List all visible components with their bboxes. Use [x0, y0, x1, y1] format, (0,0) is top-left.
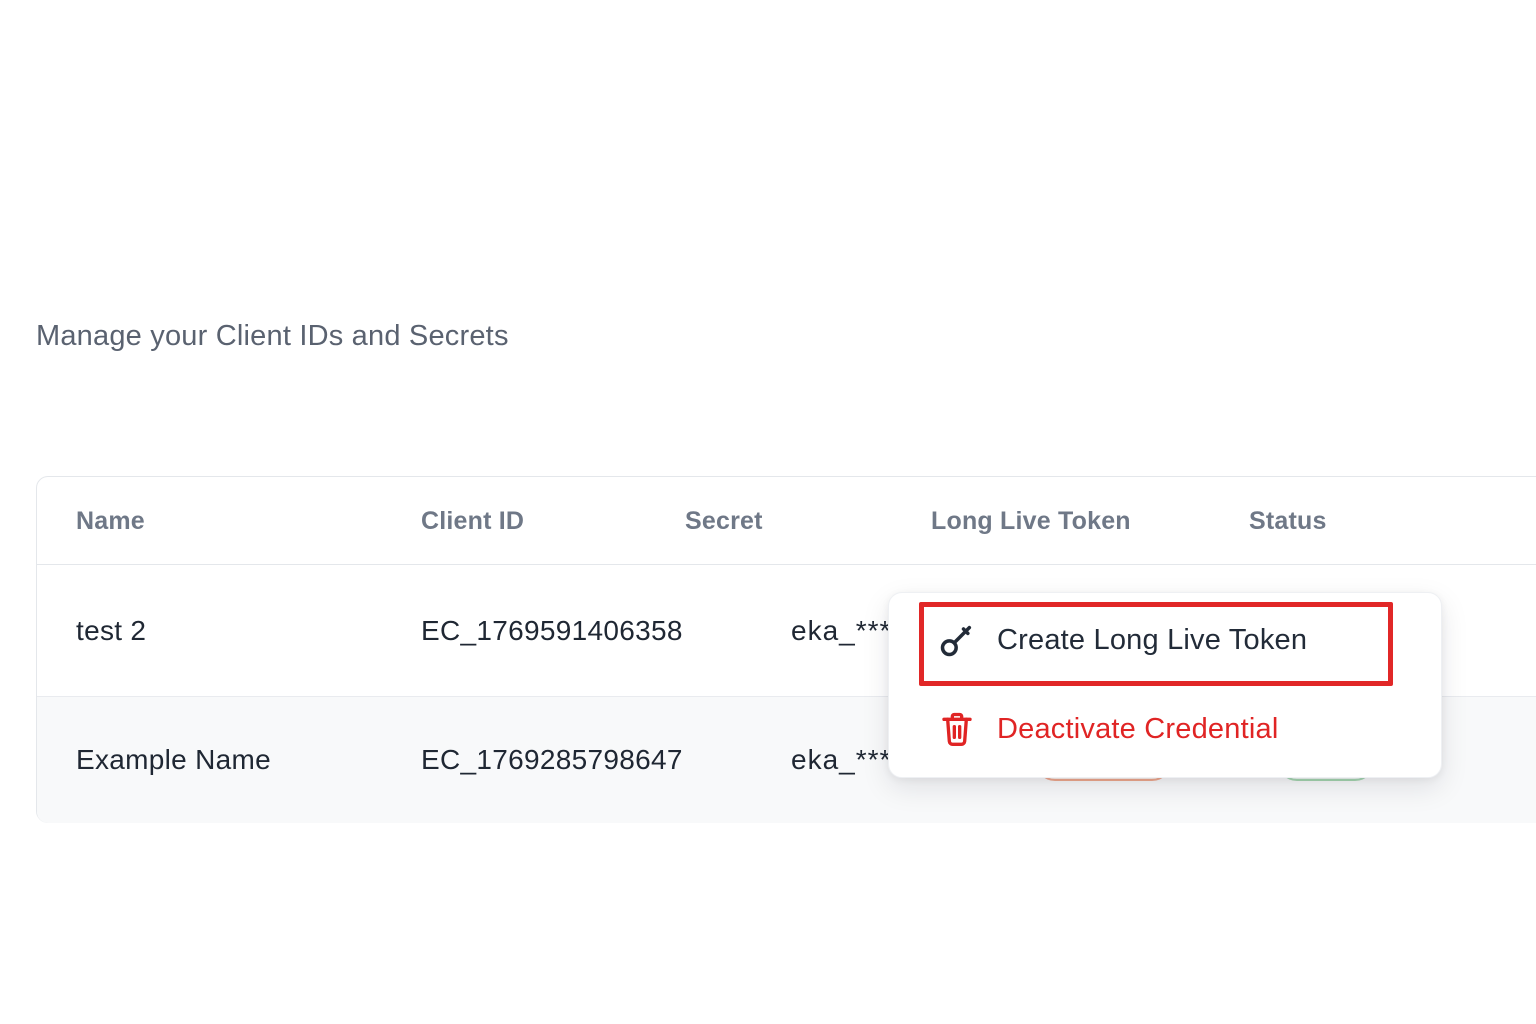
column-header-secret: Secret	[685, 477, 763, 565]
trash-icon	[937, 709, 977, 749]
cell-client-id: EC_1769591406358	[421, 565, 683, 696]
cell-name: Example Name	[76, 697, 271, 823]
key-icon	[937, 620, 977, 660]
cell-secret: eka_****	[791, 565, 903, 696]
menu-item-create-long-live-token[interactable]: Create Long Live Token	[889, 593, 1441, 687]
row-actions-context-menu: Create Long Live Token Deactivate Creden…	[888, 592, 1442, 778]
page-title: Manage your Client IDs and Secrets	[36, 320, 509, 353]
menu-item-label: Create Long Live Token	[997, 624, 1307, 657]
cell-name: test 2	[76, 565, 146, 696]
column-header-long-live-token: Long Live Token	[931, 477, 1131, 565]
column-header-client-id: Client ID	[421, 477, 524, 565]
cell-client-id: EC_1769285798647	[421, 697, 683, 823]
column-header-name: Name	[76, 477, 145, 565]
table-header-row: Name Client ID Secret Long Live Token St…	[37, 477, 1536, 565]
cell-secret: eka_****	[791, 697, 903, 823]
menu-item-label: Deactivate Credential	[997, 713, 1278, 746]
credentials-page: Manage your Client IDs and Secrets Name …	[0, 0, 1536, 1024]
column-header-status: Status	[1249, 477, 1327, 565]
menu-item-deactivate-credential[interactable]: Deactivate Credential	[889, 687, 1441, 771]
